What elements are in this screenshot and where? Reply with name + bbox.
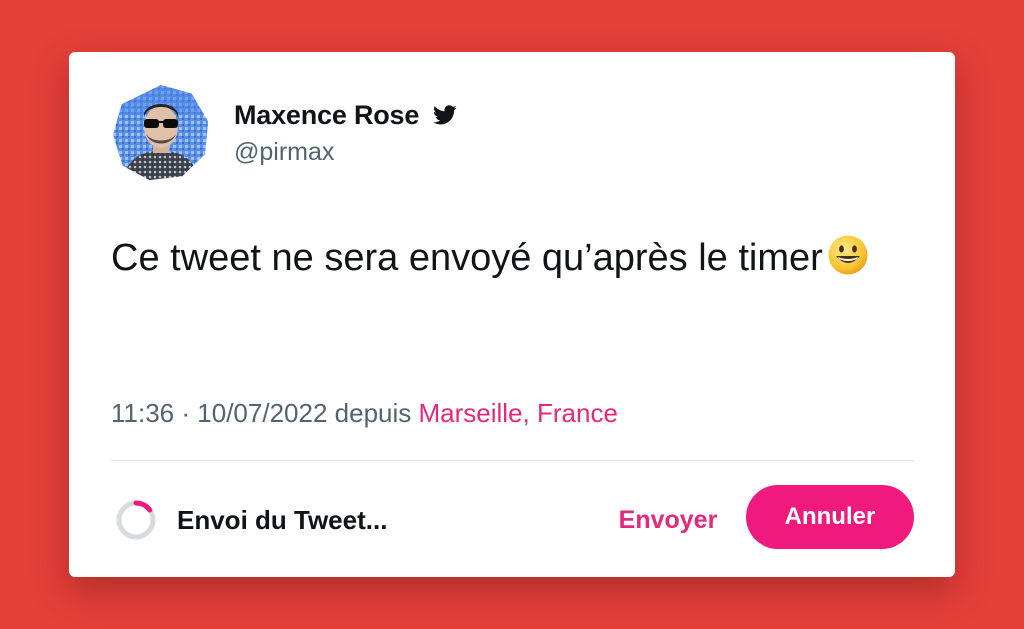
sending-status: Envoi du Tweet... xyxy=(177,505,388,535)
author-row: Maxence Rose xyxy=(234,98,459,132)
avatar[interactable] xyxy=(113,85,209,181)
tweet-time[interactable]: 11:36 xyxy=(111,398,174,428)
cancel-button[interactable]: Annuler xyxy=(746,485,914,549)
tweet-location[interactable]: Marseille, France xyxy=(419,398,618,428)
tweet-body: Ce tweet ne sera envoyé qu’après le time… xyxy=(111,230,871,286)
author-handle[interactable]: @pirmax xyxy=(234,138,334,167)
sending-progress-ring xyxy=(116,500,156,540)
grinning-face-emoji-icon xyxy=(827,234,869,276)
tweet-card: Maxence Rose @pirmax Ce tweet ne sera en… xyxy=(69,52,955,577)
tweet-meta: 11:36 · 10/07/2022 depuis Marseille, Fra… xyxy=(111,398,618,429)
tweet-date[interactable]: 10/07/2022 xyxy=(197,398,327,428)
send-button[interactable]: Envoyer xyxy=(588,498,748,542)
tweet-text: Ce tweet ne sera envoyé qu’après le time… xyxy=(111,237,823,279)
divider xyxy=(111,460,914,461)
author-name[interactable]: Maxence Rose xyxy=(234,100,419,131)
meta-separator: · xyxy=(181,398,191,428)
twitter-bird-icon xyxy=(431,103,459,127)
meta-via: depuis xyxy=(334,398,412,428)
